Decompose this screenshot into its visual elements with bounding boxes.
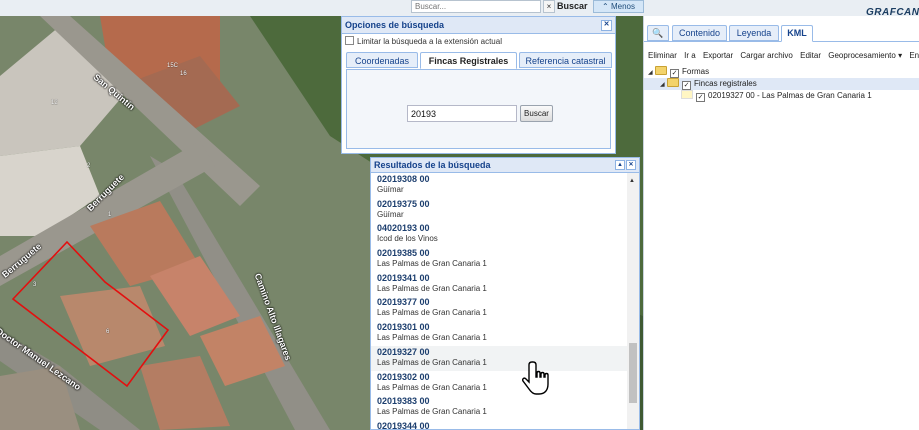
tree-node-label: 02019327 00 - Las Palmas de Gran Canaria… — [708, 91, 872, 100]
result-code: 04020193 00 — [377, 223, 430, 234]
finca-number-input[interactable] — [407, 105, 517, 122]
search-options-panel: Opciones de búsqueda ✕ Limitar la búsque… — [341, 16, 616, 154]
search-input[interactable] — [411, 0, 541, 13]
folder-icon — [655, 66, 667, 75]
kml-tree: ◢ ✓ Formas ◢ ✓ Fincas registrales ✓ 02019327 … — [644, 66, 919, 102]
result-place: Güímar — [377, 185, 404, 194]
top-toolbar: × Buscar ⌃ Menos GRAFCAN — [0, 0, 919, 16]
result-place: Las Palmas de Gran Canaria 1 — [377, 407, 487, 417]
search-options-title: Opciones de búsqueda — [345, 20, 445, 30]
search-options-header: Opciones de búsqueda ✕ — [342, 17, 615, 34]
result-item[interactable]: 02019302 00 Las Palmas de Gran Canaria 1 — [371, 371, 627, 396]
go-to-button[interactable]: Ir a — [684, 51, 696, 60]
close-icon[interactable]: ✕ — [601, 20, 612, 31]
house-number: 1 — [108, 212, 112, 218]
tab-search[interactable]: 🔍 — [647, 25, 669, 41]
house-number: 12 — [51, 100, 58, 106]
result-item[interactable]: 04020193 00 Icod de los Vinos — [371, 222, 627, 247]
tab-contenido[interactable]: Contenido — [672, 25, 727, 41]
result-place: Güímar — [377, 209, 404, 219]
geoprocessing-menu[interactable]: Geoprocesamiento ▾ — [828, 51, 902, 60]
result-place: Las Palmas de Gran Canaria 1 — [377, 283, 487, 293]
tab-leyenda[interactable]: Leyenda — [729, 25, 779, 41]
send-button[interactable]: Envi — [909, 51, 919, 60]
result-item[interactable]: 02019308 00 Güímar — [371, 173, 627, 198]
results-scrollbar[interactable]: ▲ — [627, 173, 639, 429]
tab-kml[interactable]: KML — [781, 25, 813, 42]
tree-node-label: Fincas registrales — [694, 79, 757, 88]
tree-node-parcel[interactable]: ✓ 02019327 00 - Las Palmas de Gran Canari… — [644, 90, 919, 102]
feature-icon — [681, 90, 693, 99]
tree-node-label: Formas — [682, 67, 710, 76]
limit-extent-label: Limitar la búsqueda a la extensión actua… — [357, 37, 502, 46]
layer-checkbox[interactable]: ✓ — [682, 81, 691, 90]
result-item[interactable]: 02019301 00 Las Palmas de Gran Canaria 1 — [371, 321, 627, 346]
finca-search-button[interactable]: Buscar — [520, 105, 553, 122]
house-number: 3 — [33, 282, 37, 288]
house-number: 16 — [180, 71, 187, 77]
load-file-button[interactable]: Cargar archivo — [740, 51, 792, 60]
result-item[interactable]: 02019375 00 Güímar — [371, 198, 627, 223]
tab-coordenadas[interactable]: Coordenadas — [346, 52, 418, 68]
house-number: 2 — [87, 163, 91, 169]
scroll-up-icon[interactable]: ▲ — [629, 178, 635, 184]
layers-panel: 🔍 Contenido Leyenda KML Eliminar Ir a Ex… — [643, 16, 919, 430]
result-item[interactable]: 02019344 00 — [371, 420, 627, 430]
result-code: 02019301 00 — [377, 322, 430, 333]
export-button[interactable]: Exportar — [703, 51, 733, 60]
search-results-panel: Resultados de la búsqueda ▲ ✕ 02019308 0… — [370, 157, 640, 430]
results-list: 02019308 00 Güímar 02019375 00 Güímar 0402… — [371, 173, 627, 430]
fincas-search-form: Buscar — [346, 69, 611, 149]
edit-button[interactable]: Editar — [800, 51, 821, 60]
scroll-thumb[interactable] — [629, 343, 637, 403]
less-options-button[interactable]: ⌃ Menos — [593, 0, 644, 13]
tree-node-formas[interactable]: ◢ ✓ Formas — [644, 66, 919, 78]
tab-referencia-catastral[interactable]: Referencia catastral — [519, 52, 612, 68]
result-code: 02019327 00 — [377, 346, 430, 357]
search-icon: 🔍 — [652, 28, 664, 38]
clear-search-button[interactable]: × — [543, 0, 555, 13]
house-number: 15C — [167, 63, 179, 69]
result-item[interactable]: 02019377 00 Las Palmas de Gran Canaria 1 — [371, 296, 627, 321]
tree-node-fincas[interactable]: ◢ ✓ Fincas registrales — [644, 78, 919, 90]
result-place: Las Palmas de Gran Canaria 1 — [377, 382, 487, 392]
limit-extent-checkbox[interactable] — [345, 36, 354, 45]
delete-button[interactable]: Eliminar — [648, 51, 677, 60]
results-header: Resultados de la búsqueda ▲ ✕ — [371, 158, 639, 173]
result-place: Icod de los Vinos — [377, 234, 438, 244]
tab-fincas-registrales[interactable]: Fincas Registrales — [420, 52, 517, 69]
result-code: 02019341 00 — [377, 272, 430, 283]
result-item-hovered[interactable]: 02019327 00 Las Palmas de Gran Canaria 1 — [371, 345, 627, 371]
results-title: Resultados de la búsqueda — [374, 160, 491, 170]
result-place: Las Palmas de Gran Canaria 1 — [377, 308, 487, 318]
result-code: 02019383 00 — [377, 396, 430, 407]
layers-tabs: 🔍 Contenido Leyenda KML — [644, 23, 919, 42]
result-item[interactable]: 02019341 00 Las Palmas de Gran Canaria 1 — [371, 272, 627, 297]
folder-icon — [667, 78, 679, 87]
result-place: Las Palmas de Gran Canaria 1 — [377, 357, 487, 367]
result-place: Las Palmas de Gran Canaria 1 — [377, 259, 487, 269]
result-code: 02019302 00 — [377, 371, 430, 382]
result-code: 02019308 00 — [377, 174, 430, 184]
grafcan-logo: GRAFCAN — [866, 7, 919, 16]
result-code: 02019375 00 — [377, 198, 430, 209]
layer-checkbox[interactable]: ✓ — [670, 69, 679, 78]
kml-toolbar: Eliminar Ir a Exportar Cargar archivo Ed… — [648, 51, 919, 63]
hand-cursor-icon — [522, 361, 549, 395]
close-icon[interactable]: ✕ — [626, 160, 636, 170]
result-code: 02019344 00 — [377, 420, 430, 430]
result-item[interactable]: 02019385 00 Las Palmas de Gran Canaria 1 — [371, 247, 627, 272]
result-code: 02019377 00 — [377, 297, 430, 308]
search-button[interactable]: Buscar — [557, 0, 591, 13]
house-number: 6 — [106, 329, 110, 335]
limit-extent-option[interactable]: Limitar la búsqueda a la extensión actua… — [342, 34, 615, 50]
result-item[interactable]: 02019383 00 Las Palmas de Gran Canaria 1 — [371, 395, 627, 420]
collapse-icon[interactable]: ▲ — [615, 160, 625, 170]
result-code: 02019385 00 — [377, 248, 430, 259]
result-place: Las Palmas de Gran Canaria 1 — [377, 333, 487, 343]
layer-checkbox[interactable]: ✓ — [696, 93, 705, 102]
